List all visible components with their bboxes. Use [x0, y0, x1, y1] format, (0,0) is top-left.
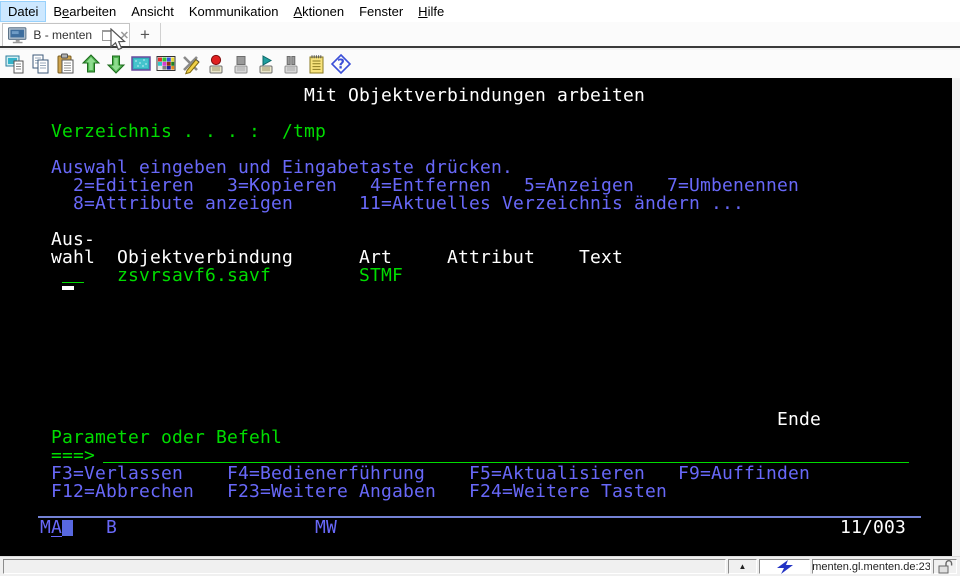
- mouse-pointer: [110, 28, 128, 54]
- oia-keyboard-indicator: [51, 536, 62, 537]
- tab-strip: B - menten ✕ +: [0, 22, 960, 48]
- option-input-field[interactable]: [62, 282, 84, 283]
- menu-bearbeiten[interactable]: Bearbeiten: [46, 2, 123, 21]
- status-expand-button[interactable]: ▲: [728, 559, 757, 574]
- help-icon[interactable]: ?: [330, 53, 352, 75]
- notes-icon[interactable]: [305, 53, 327, 75]
- play-macro-icon[interactable]: [255, 53, 277, 75]
- menu-kommunikation[interactable]: Kommunikation: [182, 2, 286, 21]
- new-screen-icon[interactable]: [130, 53, 152, 75]
- host-address: menten.gl.menten.de:23: [812, 561, 931, 573]
- terminal-row-19: Ende: [777, 411, 821, 429]
- terminal-row-23: F12=Abbrechen F23=Weitere Angaben F24=We…: [51, 483, 667, 501]
- paste-icon[interactable]: [55, 53, 77, 75]
- copy-icon[interactable]: [30, 53, 52, 75]
- terminal-row-7: 8=Attribute anzeigen 11=Aktuelles Verzei…: [73, 195, 744, 213]
- pause-macro-icon[interactable]: [280, 53, 302, 75]
- record-macro-icon[interactable]: [205, 53, 227, 75]
- terminal-screen[interactable]: Mit Objektverbindungen arbeiten Verzeichn…: [0, 78, 952, 556]
- menu-bar: DateiBearbeitenAnsichtKommunikationAktio…: [0, 0, 960, 22]
- status-bar: ▲ menten.gl.menten.de:23: [0, 556, 960, 576]
- status-message-panel: [3, 559, 726, 574]
- terminal-row-1: Mit Objektverbindungen arbeiten: [304, 87, 645, 105]
- oia-separator: [38, 516, 921, 518]
- oia-cursor-position: 11/003: [840, 520, 906, 536]
- terminal-row-3: Verzeichnis . . . : /tmp: [51, 123, 326, 141]
- color-map-icon[interactable]: [155, 53, 177, 75]
- monitor-icon: [8, 27, 27, 44]
- send-file-icon[interactable]: [80, 53, 102, 75]
- triangle-up-icon: ▲: [739, 562, 747, 571]
- edit-macro-icon[interactable]: [180, 53, 202, 75]
- copy-screen-to-clipboard-icon[interactable]: [5, 53, 27, 75]
- menu-hilfe[interactable]: Hilfe: [411, 2, 451, 21]
- oia-session-name: B: [106, 520, 117, 536]
- menu-datei[interactable]: Datei: [1, 2, 45, 21]
- oia-input-inhibit-block: [62, 520, 73, 536]
- terminal-row-11: zsvrsavf6.savf STMF: [117, 267, 403, 285]
- connection-icon: [774, 559, 796, 575]
- menu-fenster[interactable]: Fenster: [352, 2, 410, 21]
- stop-macro-icon[interactable]: [230, 53, 252, 75]
- host-address-panel: menten.gl.menten.de:23: [812, 559, 931, 574]
- menu-aktionen[interactable]: Aktionen: [287, 2, 352, 21]
- text-cursor: [62, 286, 74, 290]
- security-panel: [933, 559, 957, 574]
- receive-file-icon[interactable]: [105, 53, 127, 75]
- menu-ansicht[interactable]: Ansicht: [124, 2, 181, 21]
- oia-message-waiting: MW: [315, 520, 337, 536]
- svg-text:?: ?: [337, 58, 345, 73]
- new-tab-button[interactable]: +: [130, 23, 161, 46]
- oia-system-state: MA: [40, 520, 62, 536]
- connection-status-panel: [759, 559, 810, 574]
- unlock-icon: [937, 559, 953, 574]
- command-input-field[interactable]: [103, 462, 909, 463]
- toolbar: ?: [0, 50, 960, 78]
- tab-label: B - menten: [33, 28, 92, 42]
